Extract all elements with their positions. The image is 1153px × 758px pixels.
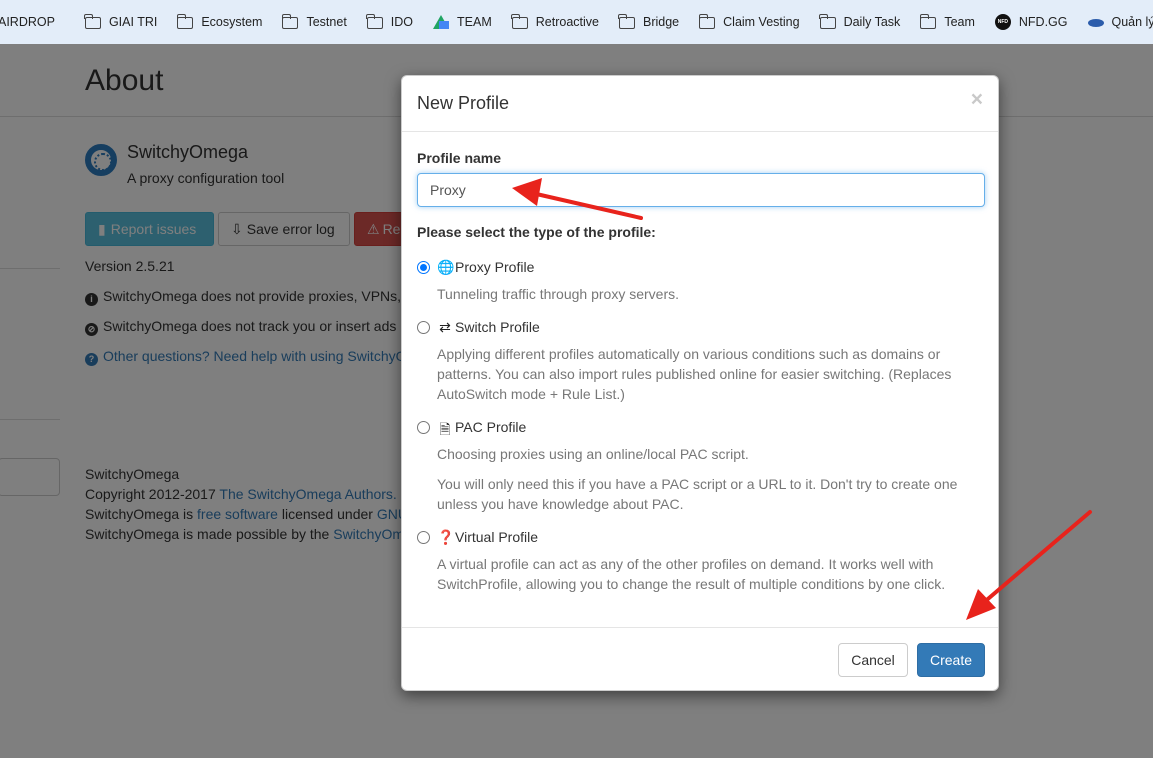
profile-name-label: Profile name — [417, 150, 502, 166]
bookmark-claim-vesting[interactable]: Claim Vesting — [689, 8, 809, 36]
bookmark-label: Quản lý dịch vụ ( — [1111, 15, 1153, 29]
bookmark-retroactive[interactable]: Retroactive — [502, 8, 609, 36]
proxy-profile-radio[interactable] — [417, 261, 430, 274]
file-icon: 🗎 — [439, 421, 451, 437]
bookmark-team[interactable]: Team — [910, 8, 985, 36]
folder-icon — [84, 14, 101, 29]
create-button[interactable]: Create — [917, 643, 985, 677]
folder-icon — [366, 14, 383, 29]
modal-footer-divider — [402, 627, 998, 628]
option-help-text: You will only need this if you have a PA… — [437, 476, 958, 512]
nfd-icon: NFD — [994, 14, 1011, 30]
pac-profile-radio[interactable] — [417, 421, 430, 434]
virtual-profile-radio[interactable] — [417, 531, 430, 544]
bookmark-service[interactable]: Quản lý dịch vụ ( — [1078, 8, 1153, 36]
cancel-button[interactable]: Cancel — [838, 643, 908, 677]
bookmark-label: Team — [944, 15, 975, 29]
option-title: Proxy Profile — [455, 259, 535, 275]
folder-icon — [919, 14, 937, 29]
bookmark-label: Daily Task — [843, 15, 901, 29]
option-title: Switch Profile — [455, 319, 540, 335]
modal-header: New Profile × — [402, 76, 998, 132]
bookmark-nfd[interactable]: NFD NFD.GG — [985, 8, 1078, 36]
bookmark-label: IDO — [390, 15, 414, 29]
bookmark-label: GIAI TRI — [108, 15, 158, 29]
folder-icon — [511, 14, 528, 29]
option-description: Choosing proxies using an online/local P… — [437, 446, 749, 462]
new-profile-dialog: New Profile × Profile name Please select… — [401, 75, 999, 691]
bookmark-label: Testnet — [306, 15, 347, 29]
bookmark-label: Claim Vesting — [723, 15, 800, 29]
bookmarks-bar: AIRDROP GIAI TRI Ecosystem Testnet IDO T… — [0, 0, 1153, 44]
question-sign-icon: ❓ — [437, 529, 455, 545]
bookmark-testnet[interactable]: Testnet — [272, 8, 356, 36]
bookmark-label: NFD.GG — [1018, 15, 1068, 29]
bookmark-label: Bridge — [643, 15, 680, 29]
switch-profile-radio[interactable] — [417, 321, 430, 334]
bookmark-ecosystem[interactable]: Ecosystem — [167, 8, 272, 36]
bookmark-label: TEAM — [457, 15, 492, 29]
bookmark-ido[interactable]: IDO — [357, 8, 423, 36]
option-description: Tunneling traffic through proxy servers. — [437, 286, 680, 302]
bookmark-label: AIRDROP — [0, 15, 55, 29]
modal-title: New Profile — [417, 93, 510, 113]
folder-icon — [281, 14, 299, 29]
bookmark-team-drive[interactable]: TEAM — [423, 8, 502, 36]
bookmark-label: Retroactive — [535, 15, 599, 29]
bookmark-giai-tri[interactable]: GIAI TRI — [65, 8, 167, 36]
folder-icon — [618, 14, 635, 29]
option-title: PAC Profile — [455, 419, 527, 435]
option-description: Applying different profiles automaticall… — [437, 346, 952, 402]
google-drive-icon — [433, 15, 450, 29]
close-icon[interactable]: × — [971, 88, 983, 112]
folder-icon — [698, 14, 716, 29]
option-description: A virtual profile can act as any of the … — [437, 556, 946, 592]
retweet-icon: ⇄ — [439, 319, 451, 335]
globe-icon: 🌐 — [437, 259, 455, 275]
bookmark-bridge[interactable]: Bridge — [609, 8, 689, 36]
service-icon — [1087, 19, 1104, 27]
bookmark-airdrop[interactable]: AIRDROP — [0, 8, 65, 36]
profile-type-label: Please select the type of the profile: — [417, 224, 656, 240]
option-title: Virtual Profile — [455, 529, 539, 545]
bookmark-label: Ecosystem — [201, 15, 263, 29]
profile-name-input[interactable] — [417, 173, 985, 207]
folder-icon — [818, 14, 836, 29]
bookmark-daily-task[interactable]: Daily Task — [810, 8, 911, 36]
folder-icon — [176, 14, 194, 29]
